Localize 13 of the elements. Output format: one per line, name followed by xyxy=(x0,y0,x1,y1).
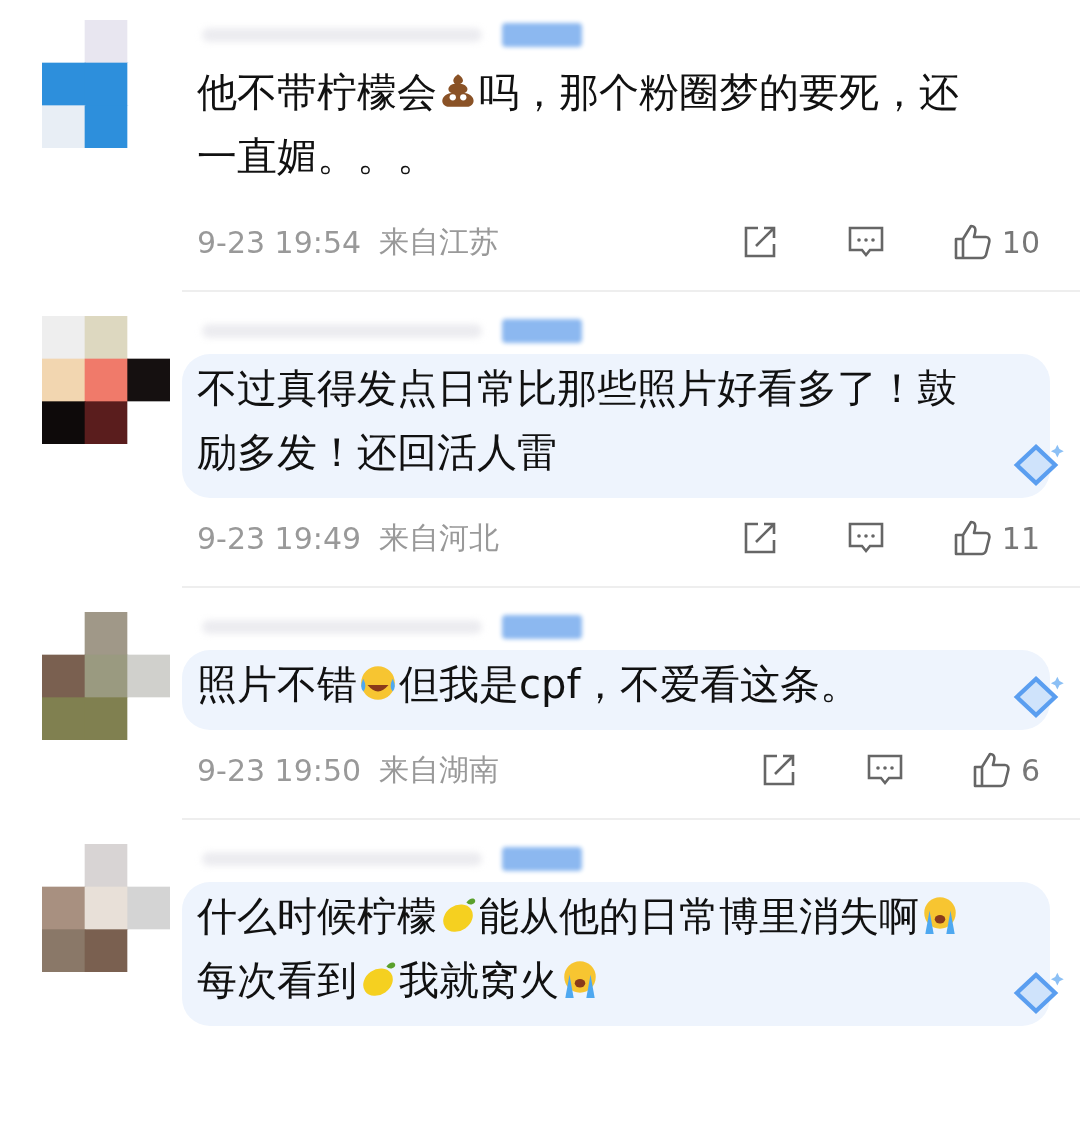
like-count: 11 xyxy=(1001,520,1040,556)
comment-date: 9-23 19:50 xyxy=(197,752,362,788)
comment-date: 9-23 19:49 xyxy=(197,520,362,556)
comment-location: 来自河北 xyxy=(379,518,500,557)
comment-location: 来自湖南 xyxy=(379,750,500,789)
comment-text: 什么时候柠檬 能从他的日常博里消失啊 每次看到 我就窝火 xyxy=(197,884,990,1012)
comment-location: 来自江苏 xyxy=(379,222,500,261)
like-count: 6 xyxy=(1020,752,1040,788)
comment-date: 9-23 19:54 xyxy=(197,224,362,260)
comment-text: 照片不错 但我是cpf，不爱看这条。 xyxy=(197,660,862,709)
like-count: 10 xyxy=(1001,224,1040,260)
comment-text: 他不带柠檬会 吗，那个粉圈梦的要死，还一直媚。。。 xyxy=(197,68,960,181)
comment-text: 不过真得发点日常比那些照片好看多了！鼓励多发！还回活人雷 xyxy=(197,364,958,477)
